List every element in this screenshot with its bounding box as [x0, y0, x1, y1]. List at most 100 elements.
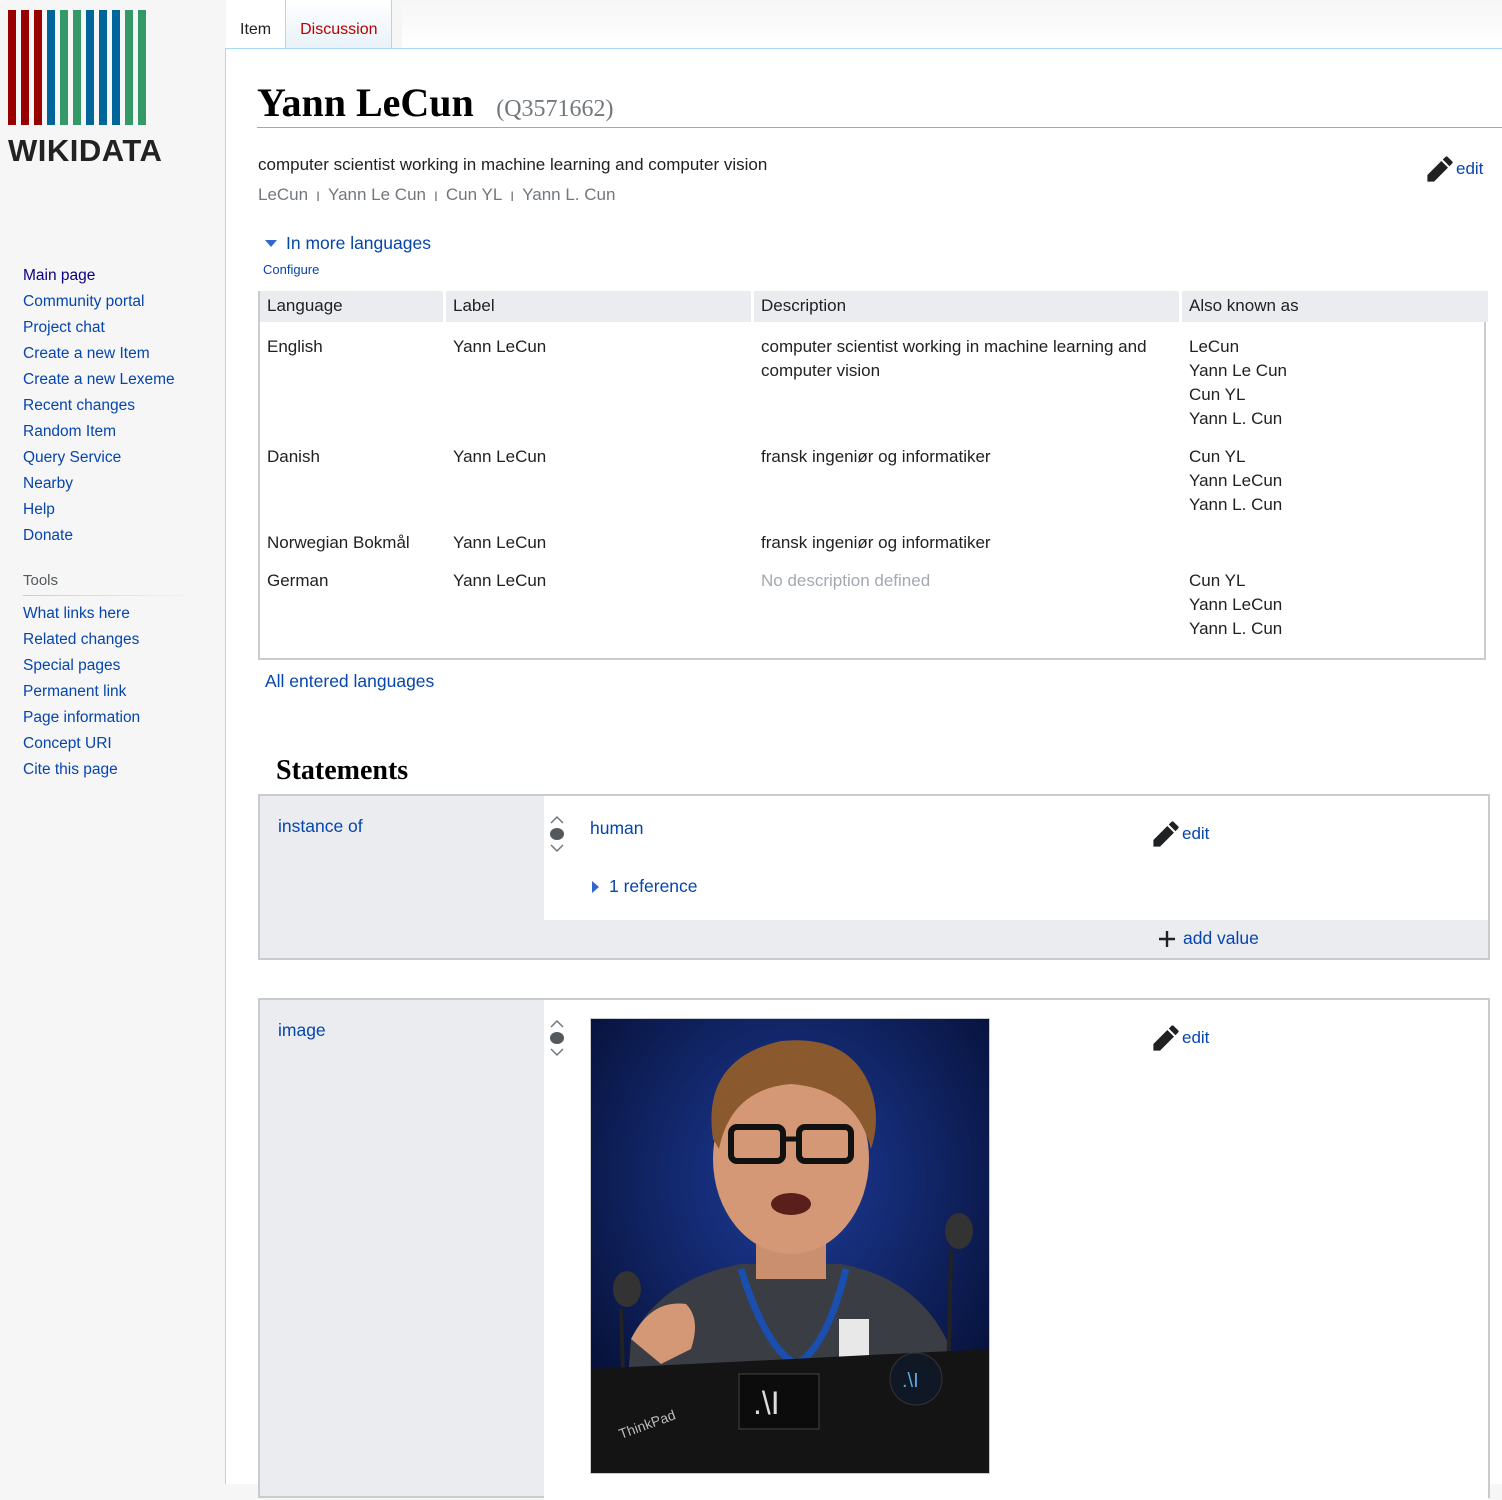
tools-navigation: What links here Related changes Special pa… — [23, 601, 140, 783]
sidebar-tools-link[interactable]: Related changes — [23, 631, 139, 648]
property-link[interactable]: image — [278, 1020, 326, 1041]
alias: Yann L. Cun — [1189, 495, 1283, 514]
sidebar-nav-link[interactable]: Create a new Item — [23, 345, 150, 362]
laptop-badge-text: .\I — [902, 1370, 919, 1392]
logo-bar — [8, 10, 16, 125]
statement-edit-button[interactable]: edit — [1152, 1024, 1209, 1052]
sidebar-nav-link[interactable]: Donate — [23, 527, 73, 544]
sidebar-tools-item: Concept URI — [23, 731, 140, 757]
sidebar-nav-link[interactable]: Recent changes — [23, 397, 135, 414]
language-cell: Norwegian Bokmål — [267, 533, 410, 552]
tab-bar-background — [402, 0, 1502, 48]
add-value-label: add value — [1183, 928, 1259, 948]
aliases-cell: Cun YL Yann LeCun Yann L. Cun — [1189, 445, 1282, 517]
plus-icon — [1159, 930, 1175, 947]
sidebar-tools-link[interactable]: Cite this page — [23, 761, 118, 778]
alias: Cun YL — [1189, 447, 1246, 466]
sidebar-tools-item: Related changes — [23, 627, 140, 653]
alias-separator: I — [433, 188, 438, 204]
label-cell: Yann LeCun — [453, 533, 547, 552]
label-cell: Yann LeCun — [453, 447, 547, 466]
all-entered-languages-link[interactable]: All entered languages — [265, 671, 434, 692]
in-more-languages-label: In more languages — [286, 233, 431, 253]
statement-value-link[interactable]: human — [590, 818, 644, 839]
sidebar-nav-link[interactable]: Main page — [23, 267, 95, 284]
description-cell: fransk ingeniør og informatiker — [761, 533, 991, 552]
header-edit-button[interactable]: edit — [1426, 155, 1483, 183]
property-link[interactable]: instance of — [278, 816, 363, 837]
aliases-cell: Cun YL Yann LeCun Yann L. Cun — [1189, 569, 1282, 641]
statement-edit-label: edit — [1182, 1028, 1210, 1047]
references-toggle[interactable]: 1 reference — [592, 876, 698, 897]
logo-barcode-icon — [8, 10, 198, 125]
alias: LeCun — [1189, 337, 1240, 356]
wikidata-logo[interactable]: WIKIDATA — [8, 10, 198, 170]
sidebar-tools-link[interactable]: Special pages — [23, 657, 120, 674]
rank-selector-icon[interactable] — [548, 1018, 566, 1058]
logo-bar — [125, 10, 133, 125]
alias: Yann Le Cun — [1189, 361, 1287, 380]
sidebar-nav-link[interactable]: Community portal — [23, 293, 144, 310]
alias: Yann L. Cun — [1189, 619, 1283, 638]
statements-heading: Statements — [276, 755, 409, 786]
alias: Cun YL — [1189, 571, 1246, 590]
sidebar-tools-link[interactable]: Permanent link — [23, 683, 126, 700]
sidebar-tools-link[interactable]: Page information — [23, 709, 140, 726]
description-cell: computer scientist working in machine le… — [761, 337, 1147, 380]
statement-edit-label: edit — [1182, 824, 1210, 843]
sidebar-tools-item: Cite this page — [23, 757, 140, 783]
pencil-icon — [1427, 156, 1453, 182]
add-value-button[interactable]: add value — [1157, 928, 1259, 949]
logo-bar — [21, 10, 29, 125]
sidebar-nav-link[interactable]: Project chat — [23, 319, 105, 336]
languages-table: Language Label Description Also known as… — [258, 291, 1488, 660]
sidebar-nav-link[interactable]: Nearby — [23, 475, 73, 492]
alias: Cun YL — [445, 185, 503, 204]
sidebar-tools-item: What links here — [23, 601, 140, 627]
alias: Yann L. Cun — [522, 185, 616, 204]
logo-bar — [60, 10, 68, 125]
sidebar-nav-link[interactable]: Query Service — [23, 449, 121, 466]
statement-edit-button[interactable]: edit — [1152, 820, 1209, 848]
logo-bar — [73, 10, 81, 125]
sidebar-nav-item: Help — [23, 497, 175, 523]
sidebar-nav-item: Recent changes — [23, 393, 175, 419]
statement-body: ThinkPad .\I .\I edit — [544, 1000, 1488, 1500]
pencil-icon — [1153, 821, 1179, 847]
sidebar-nav-link[interactable]: Random Item — [23, 423, 116, 440]
logo-bar — [112, 10, 120, 125]
portrait-photo-icon[interactable]: ThinkPad .\I .\I — [590, 1018, 990, 1474]
sidebar-tools-link[interactable]: Concept URI — [23, 735, 112, 752]
column-header-label: Label — [446, 291, 751, 322]
portrait-photo-drawing: ThinkPad .\I .\I — [591, 1019, 989, 1473]
sidebar-nav-item: Main page — [23, 263, 175, 289]
logo-bar — [86, 10, 94, 125]
in-more-languages-toggle[interactable]: In more languages — [265, 233, 431, 254]
tab-item[interactable]: Item — [226, 0, 287, 50]
sidebar-nav-item: Create a new Lexeme — [23, 367, 175, 393]
alias: LeCun — [258, 185, 309, 204]
alias-separator: I — [510, 188, 515, 204]
page-tabs: Item Discussion — [226, 0, 393, 50]
configure-link[interactable]: Configure — [263, 262, 319, 277]
sidebar-nav-item: Query Service — [23, 445, 175, 471]
rank-selector-icon[interactable] — [548, 814, 566, 854]
sidebar-nav-item: Create a new Item — [23, 341, 175, 367]
item-id: (Q3571662) — [496, 96, 614, 122]
statement-group-instance-of: instance of human edit 1 reference add v… — [258, 794, 1490, 960]
sidebar-nav-link[interactable]: Help — [23, 501, 55, 518]
sidebar-tools-item: Permanent link — [23, 679, 140, 705]
logo-bar — [34, 10, 42, 125]
sidebar-tools-item: Page information — [23, 705, 140, 731]
sidebar-tools-link[interactable]: What links here — [23, 605, 130, 622]
item-aliases: LeCun I Yann Le Cun I Cun YL I Yann L. Cun — [258, 185, 615, 207]
sidebar-nav-link[interactable]: Create a new Lexeme — [23, 371, 175, 388]
references-label: 1 reference — [609, 876, 698, 896]
alias: Yann Le Cun — [328, 185, 426, 204]
statement-body: human edit 1 reference — [544, 796, 1488, 920]
sidebar: WIKIDATA Main page Community portal Projec… — [0, 0, 225, 1484]
sidebar-nav-item: Random Item — [23, 419, 175, 445]
tab-discussion[interactable]: Discussion — [286, 0, 393, 49]
column-header-description: Description — [754, 291, 1179, 322]
description-cell: fransk ingeniør og informatiker — [761, 447, 991, 466]
